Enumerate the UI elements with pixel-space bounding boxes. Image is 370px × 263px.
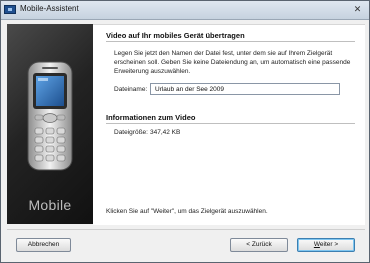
title-bar: Mobile-Assistent ✕ — [1, 1, 369, 20]
section-divider — [106, 41, 355, 42]
next-button[interactable]: Weiter > — [297, 238, 355, 252]
filename-input[interactable] — [150, 83, 340, 95]
app-icon — [4, 5, 16, 14]
filesize-value: 347,42 KB — [150, 129, 181, 136]
filename-label: Dateiname: — [114, 86, 148, 93]
filesize-label: Dateigröße: — [114, 129, 148, 136]
mobile-label: Mobile — [28, 197, 72, 213]
next-button-label: eiter > — [319, 241, 339, 248]
instructions-text: Legen Sie jetzt den Namen der Datei fest… — [114, 50, 351, 75]
content-panel: Video auf Ihr mobiles Gerät übertragen L… — [93, 24, 365, 225]
back-button[interactable]: < Zurück — [230, 238, 288, 252]
section-divider — [106, 123, 355, 124]
hint-text: Klicken Sie auf "Weiter", um das Zielger… — [106, 208, 268, 215]
section-title-info: Informationen zum Video — [106, 113, 196, 122]
window-title: Mobile-Assistent — [20, 4, 79, 13]
mobile-phone-icon — [27, 61, 73, 171]
mobile-assistant-window: Mobile-Assistent ✕ Mobile Video auf Ihr … — [0, 0, 370, 263]
footer-divider — [7, 229, 365, 230]
close-icon[interactable]: ✕ — [352, 4, 363, 15]
cancel-button[interactable]: Abbrechen — [16, 238, 71, 252]
mobile-banner: Mobile — [7, 24, 93, 224]
section-title-transfer: Video auf Ihr mobiles Gerät übertragen — [106, 31, 245, 40]
